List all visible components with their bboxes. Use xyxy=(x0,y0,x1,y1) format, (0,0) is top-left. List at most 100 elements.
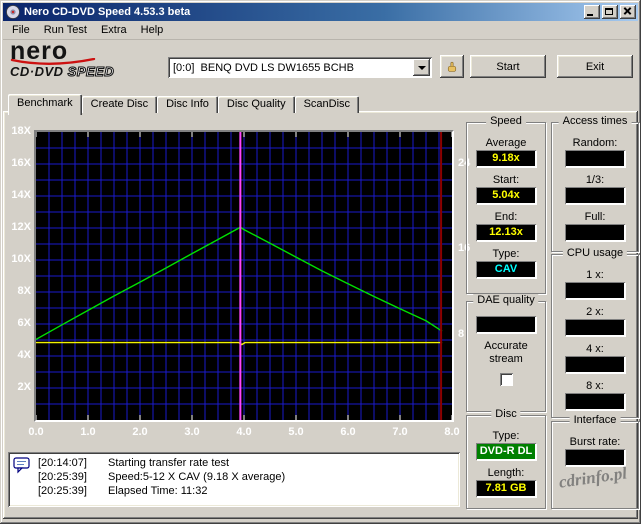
access-times-rows: Random: 1/3: Full: xyxy=(552,123,638,241)
cpu-4-x-label: 4 x: xyxy=(552,343,638,356)
cpu-2-x-label: 2 x: xyxy=(552,306,638,319)
y-axis-left-label: 18X xyxy=(8,125,31,138)
access-1-3-label: 1/3: xyxy=(552,174,638,187)
disc-length-value: 7.81 GB xyxy=(476,480,536,497)
speed-start-label: Start: xyxy=(467,174,545,187)
menu-item-extra[interactable]: Extra xyxy=(94,22,134,38)
speed-type-value: CAV xyxy=(476,261,536,278)
disc-length-label: Length: xyxy=(467,467,545,480)
tab-benchmark[interactable]: Benchmark xyxy=(8,94,82,115)
interface-burst-rate-value xyxy=(565,449,625,466)
log-entry: [20:25:39] Speed:5-12 X CAV (9.18 X avera… xyxy=(38,470,456,484)
interface-panel: Interface Burst rate: xyxy=(551,421,639,509)
title-bar: Nero CD-DVD Speed 4.53.3 beta xyxy=(3,3,638,21)
x-axis-label: 4.0 xyxy=(231,426,257,439)
access-times-panel: Access times Random:1/3:Full: xyxy=(551,122,639,252)
close-button[interactable] xyxy=(620,5,636,19)
window-title: Nero CD-DVD Speed 4.53.3 beta xyxy=(24,6,584,18)
log-entry: [20:14:07] Starting transfer rate test xyxy=(38,456,456,470)
nero-logo: nero CD·DVD SPEED xyxy=(10,40,164,90)
maximize-button[interactable] xyxy=(602,5,618,19)
interface-panel-title: Interface xyxy=(570,414,621,426)
x-axis-label: 5.0 xyxy=(283,426,309,439)
minimize-button[interactable] xyxy=(584,5,600,19)
cpu-8-x-label: 8 x: xyxy=(552,380,638,393)
speed-end-label: End: xyxy=(467,211,545,224)
access-1-3-value xyxy=(565,187,625,204)
y-axis-left-label: 6X xyxy=(8,317,31,330)
minimize-icon xyxy=(587,14,593,16)
cpu-usage-panel: CPU usage 1 x:2 x:4 x:8 x: xyxy=(551,254,639,418)
speed-start-value: 5.04x xyxy=(476,187,536,204)
disc-panel-title: Disc xyxy=(491,408,520,420)
dae-quality-panel-title: DAE quality xyxy=(473,294,538,306)
disc-type-value: DVD-R DL xyxy=(476,443,536,460)
log-message: Starting transfer rate test xyxy=(108,456,229,470)
log-message: Speed:5-12 X CAV (9.18 X average) xyxy=(108,470,285,484)
drive-selector-dropdown-button[interactable] xyxy=(413,59,430,76)
cpu-2-x-value xyxy=(565,319,625,336)
disc-eject-button[interactable] xyxy=(440,55,464,78)
disc-panel-rows: Type: DVD-R DL Length: 7.81 GB xyxy=(467,416,545,497)
access-random-label: Random: xyxy=(552,137,638,150)
exit-button[interactable]: Exit xyxy=(557,55,633,78)
menu-item-file[interactable]: File xyxy=(5,22,37,38)
x-axis-label: 2.0 xyxy=(127,426,153,439)
y-axis-left-label: 12X xyxy=(8,221,31,234)
cpu-usage-panel-title: CPU usage xyxy=(563,247,627,259)
x-axis-label: 3.0 xyxy=(179,426,205,439)
close-icon xyxy=(620,5,636,19)
x-axis-label: 8.0 xyxy=(439,426,465,439)
disc-type-label: Type: xyxy=(467,430,545,443)
product-name: CD·DVD SPEED xyxy=(10,64,164,79)
chart-plot xyxy=(34,130,454,422)
cpu-8-x-value xyxy=(565,393,625,410)
x-axis-label: 1.0 xyxy=(75,426,101,439)
accurate-stream-checkbox[interactable] xyxy=(500,373,513,386)
speed-average-value: 9.18x xyxy=(476,150,536,167)
dae-quality-rows: Accurate stream xyxy=(467,302,545,386)
speed-panel: Speed Average9.18xStart:5.04xEnd:12.13xT… xyxy=(466,122,546,294)
tab-bar: BenchmarkCreate DiscDisc InfoDisc Qualit… xyxy=(8,93,359,113)
titlebar-buttons xyxy=(584,5,636,19)
chart-canvas xyxy=(36,132,452,420)
hand-icon xyxy=(446,59,458,75)
chevron-down-icon xyxy=(418,66,426,70)
log-timestamp: [20:25:39] xyxy=(38,470,100,484)
menu-item-help[interactable]: Help xyxy=(134,22,171,38)
speed-panel-title: Speed xyxy=(486,115,526,127)
tab-disc-info[interactable]: Disc Info xyxy=(157,96,218,113)
x-axis-label: 6.0 xyxy=(335,426,361,439)
log-timestamp: [20:14:07] xyxy=(38,456,100,470)
tab-create-disc[interactable]: Create Disc xyxy=(82,96,157,113)
tab-scandisc[interactable]: ScanDisc xyxy=(295,96,359,113)
x-axis-label: 7.0 xyxy=(387,426,413,439)
disc-icon xyxy=(6,5,20,19)
access-times-panel-title: Access times xyxy=(559,115,632,127)
drive-selector[interactable]: [0:0] BENQ DVD LS DW1655 BCHB xyxy=(168,57,432,78)
x-axis-label: 0.0 xyxy=(23,426,49,439)
app-icon[interactable] xyxy=(5,4,21,20)
access-full-label: Full: xyxy=(552,211,638,224)
tab-disc-quality[interactable]: Disc Quality xyxy=(218,96,295,113)
y-axis-left-label: 10X xyxy=(8,253,31,266)
cpu-usage-rows: 1 x:2 x:4 x:8 x: xyxy=(552,255,638,410)
access-full-value xyxy=(565,224,625,241)
y-axis-left-label: 14X xyxy=(8,189,31,202)
log-message: Elapsed Time: 11:32 xyxy=(108,484,207,498)
start-button[interactable]: Start xyxy=(470,55,546,78)
speed-type-label: Type: xyxy=(467,248,545,261)
balloon-icon xyxy=(13,456,31,477)
menu-item-run-test[interactable]: Run Test xyxy=(37,22,94,38)
speed-panel-rows: Average9.18xStart:5.04xEnd:12.13xType:CA… xyxy=(467,123,545,278)
accurate-stream-label: Accurate stream xyxy=(471,340,541,366)
chart-area: 2X4X6X8X10X12X14X16X18X816240.01.02.03.0… xyxy=(8,119,480,449)
menu-bar: FileRun TestExtraHelp xyxy=(3,21,638,40)
product-name-right: SPEED xyxy=(68,64,115,79)
interface-burst-rate-label: Burst rate: xyxy=(552,436,638,449)
interface-rows: Burst rate: xyxy=(552,422,638,466)
status-log[interactable]: [20:14:07]Starting transfer rate test[20… xyxy=(8,452,460,507)
dae-quality-panel: DAE quality Accurate stream xyxy=(466,301,546,412)
speed-average-label: Average xyxy=(467,137,545,150)
log-entry: [20:25:39]Elapsed Time: 11:32 xyxy=(38,484,456,498)
